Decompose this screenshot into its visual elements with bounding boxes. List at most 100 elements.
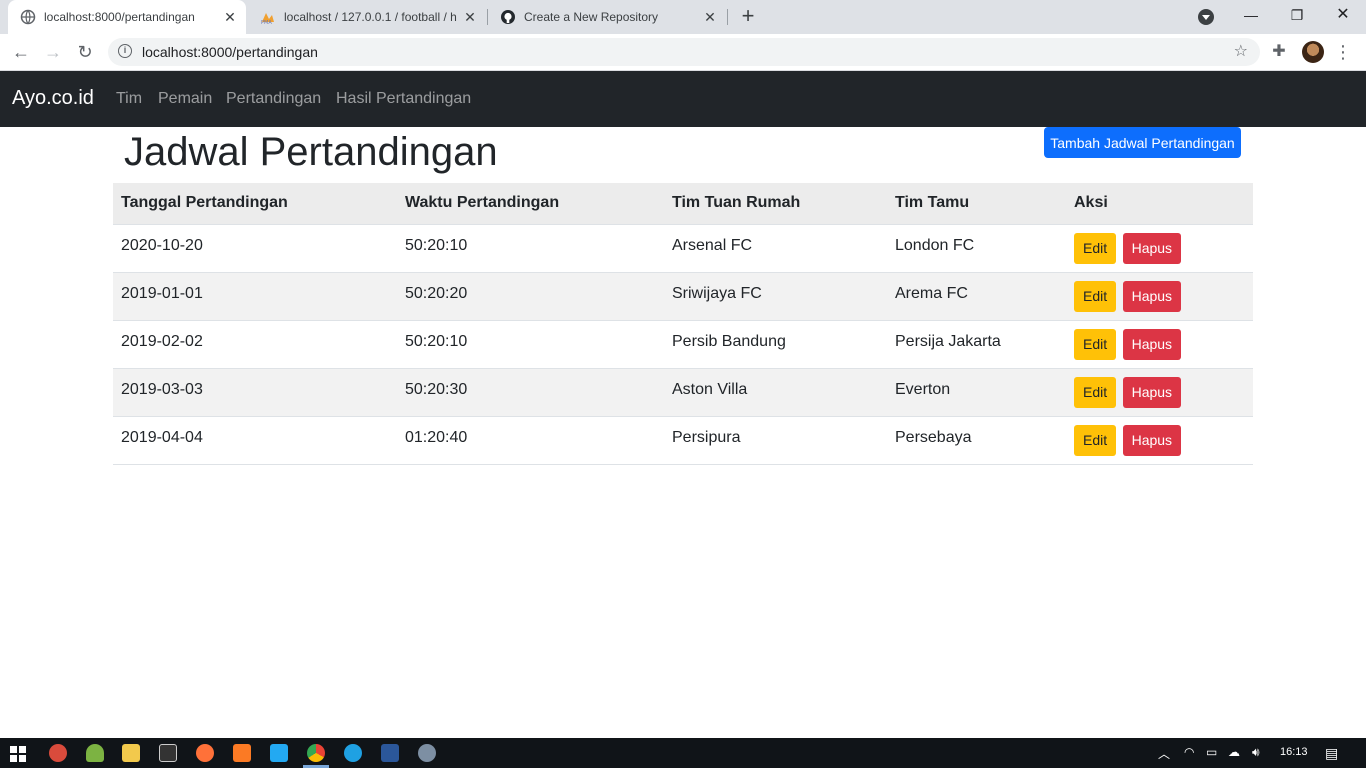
word-icon[interactable] — [381, 744, 399, 762]
tab-title: localhost:8000/pertandingan — [44, 10, 195, 24]
browser-tabstrip: localhost:8000/pertandingan ✕ PMA localh… — [0, 0, 1366, 34]
delete-button[interactable]: Hapus — [1122, 232, 1182, 264]
table-row: 2019-03-03 50:20:30 Aston Villa Everton … — [113, 368, 1253, 417]
edit-button[interactable]: Edit — [1074, 424, 1117, 456]
close-tab-icon[interactable]: ✕ — [462, 9, 478, 26]
notifications-icon[interactable]: ▤ — [1325, 745, 1338, 762]
header-away-team: Tim Tamu — [887, 183, 1066, 225]
onedrive-icon[interactable]: ☁ — [1228, 745, 1240, 759]
profile-avatar[interactable] — [1302, 41, 1324, 63]
cell-away-team: Persebaya — [887, 416, 1066, 465]
schedule-table: Tanggal Pertandingan Waktu Pertandingan … — [113, 183, 1253, 465]
table-row: 2019-01-01 50:20:20 Sriwijaya FC Arema F… — [113, 272, 1253, 321]
chrome-icon[interactable] — [307, 744, 325, 762]
back-arrow-icon[interactable]: ← — [8, 39, 34, 65]
forward-arrow-icon[interactable]: → — [40, 39, 66, 65]
tab-search-icon[interactable] — [1198, 9, 1214, 25]
cell-actions: Edit Hapus — [1066, 416, 1253, 465]
cell-time: 50:20:20 — [397, 272, 664, 321]
menu-kebab-icon[interactable]: ⋮ — [1330, 39, 1356, 65]
file-explorer-icon[interactable] — [122, 744, 140, 762]
firefox-icon[interactable] — [196, 744, 214, 762]
close-tab-icon[interactable]: ✕ — [702, 9, 718, 26]
nav-link-pertandingan[interactable]: Pertandingan — [226, 90, 321, 108]
cell-away-team: Everton — [887, 368, 1066, 417]
app-navbar: Ayo.co.id Tim Pemain Pertandingan Hasil … — [0, 71, 1366, 127]
clock-time[interactable]: 16:13 — [1280, 746, 1308, 758]
table-row: 2019-04-04 01:20:40 Persipura Persebaya … — [113, 416, 1253, 465]
restore-icon[interactable]: ❐ — [1274, 0, 1320, 32]
command-prompt-icon[interactable] — [159, 744, 177, 762]
site-info-icon[interactable]: i — [118, 44, 132, 58]
edit-button[interactable]: Edit — [1074, 376, 1117, 408]
nav-link-tim[interactable]: Tim — [116, 90, 142, 108]
cell-actions: Edit Hapus — [1066, 368, 1253, 417]
cell-actions: Edit Hapus — [1066, 320, 1253, 369]
cell-away-team: Persija Jakarta — [887, 320, 1066, 369]
cell-actions: Edit Hapus — [1066, 272, 1253, 321]
cell-time: 50:20:30 — [397, 368, 664, 417]
android-studio-icon[interactable] — [86, 744, 104, 762]
delete-button[interactable]: Hapus — [1122, 424, 1182, 456]
cell-date: 2019-02-02 — [113, 320, 397, 369]
minimize-icon[interactable]: — — [1228, 0, 1274, 32]
bookmark-star-icon[interactable]: ☆ — [1234, 41, 1248, 61]
delete-button[interactable]: Hapus — [1122, 376, 1182, 408]
tray-chevron-icon[interactable]: ︿ — [1158, 745, 1170, 762]
edit-button[interactable]: Edit — [1074, 280, 1117, 312]
header-time: Waktu Pertandingan — [397, 183, 664, 225]
edge-icon[interactable] — [344, 744, 362, 762]
cell-home-team: Persipura — [664, 416, 887, 465]
edit-button[interactable]: Edit — [1074, 232, 1117, 264]
browser-tab-2[interactable]: PMA localhost / 127.0.0.1 / football / h… — [248, 0, 486, 34]
reload-icon[interactable]: ↻ — [72, 39, 98, 65]
table-row: 2019-02-02 50:20:10 Persib Bandung Persi… — [113, 320, 1253, 369]
close-tab-icon[interactable]: ✕ — [222, 9, 238, 26]
vscode-icon[interactable] — [270, 744, 288, 762]
cell-home-team: Arsenal FC — [664, 224, 887, 273]
header-home-team: Tim Tuan Rumah — [664, 183, 887, 225]
address-bar[interactable]: i localhost:8000/pertandingan ☆ — [108, 38, 1260, 66]
tab-title: localhost / 127.0.0.1 / football / h — [284, 10, 457, 24]
cell-home-team: Sriwijaya FC — [664, 272, 887, 321]
battery-icon[interactable]: ▭ — [1206, 745, 1217, 759]
volume-icon[interactable]: 🔊︎ — [1252, 745, 1260, 760]
app-icon-1[interactable] — [49, 744, 67, 762]
cell-date: 2019-01-01 — [113, 272, 397, 321]
nav-link-hasil-pertandingan[interactable]: Hasil Pertandingan — [336, 90, 471, 108]
cell-home-team: Persib Bandung — [664, 320, 887, 369]
header-date: Tanggal Pertandingan — [113, 183, 397, 225]
globe-icon — [20, 9, 36, 25]
cell-date: 2020-10-20 — [113, 224, 397, 273]
add-schedule-button[interactable]: Tambah Jadwal Pertandingan — [1044, 127, 1241, 158]
cell-date: 2019-03-03 — [113, 368, 397, 417]
new-tab-button[interactable]: + — [736, 5, 760, 29]
cell-home-team: Aston Villa — [664, 368, 887, 417]
delete-button[interactable]: Hapus — [1122, 280, 1182, 312]
edit-button[interactable]: Edit — [1074, 328, 1117, 360]
xampp-icon[interactable] — [233, 744, 251, 762]
cell-time: 50:20:10 — [397, 224, 664, 273]
app-icon-2[interactable] — [418, 744, 436, 762]
cell-time: 50:20:10 — [397, 320, 664, 369]
cell-date: 2019-04-04 — [113, 416, 397, 465]
close-window-icon[interactable]: ✕ — [1320, 0, 1366, 32]
windows-taskbar: ︿ ◠ ▭ ☁ 🔊︎ 16:13 ▤ — [0, 738, 1366, 768]
header-actions: Aksi — [1066, 183, 1253, 225]
table-row: 2020-10-20 50:20:10 Arsenal FC London FC… — [113, 224, 1253, 273]
delete-button[interactable]: Hapus — [1122, 328, 1182, 360]
nav-link-pemain[interactable]: Pemain — [158, 90, 212, 108]
cell-away-team: Arema FC — [887, 272, 1066, 321]
browser-tab-3[interactable]: Create a New Repository ✕ — [488, 0, 726, 34]
wifi-icon[interactable]: ◠ — [1184, 745, 1194, 759]
windows-start-icon[interactable] — [10, 746, 26, 762]
browser-toolbar: ← → ↻ i localhost:8000/pertandingan ☆ ✚ … — [0, 34, 1366, 71]
cell-away-team: London FC — [887, 224, 1066, 273]
address-url[interactable]: localhost:8000/pertandingan — [142, 44, 318, 60]
tab-title: Create a New Repository — [524, 10, 659, 24]
extensions-puzzle-icon[interactable]: ✚ — [1266, 39, 1292, 65]
table-header-row: Tanggal Pertandingan Waktu Pertandingan … — [113, 183, 1253, 225]
phpmyadmin-icon: PMA — [261, 13, 274, 25]
browser-tab-1[interactable]: localhost:8000/pertandingan ✕ — [8, 0, 246, 34]
navbar-brand[interactable]: Ayo.co.id — [12, 87, 94, 110]
